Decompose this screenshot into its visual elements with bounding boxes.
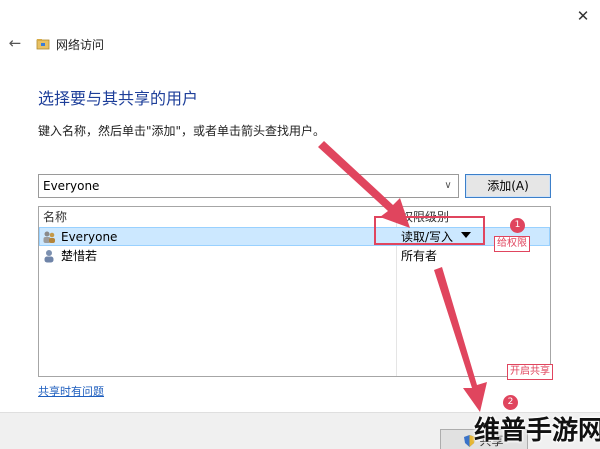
user-picker-combobox[interactable]: Everyone ∨ <box>38 174 459 198</box>
column-header-name[interactable]: 名称 <box>43 207 67 227</box>
close-button[interactable]: ✕ <box>570 6 596 26</box>
table-row[interactable]: 楚惜若 所有者 <box>39 247 550 266</box>
user-icon <box>44 250 54 263</box>
step2-badge: 2 <box>503 395 518 410</box>
instruction-text: 键入名称，然后单击"添加"，或者单击箭头查找用户。 <box>38 124 326 138</box>
table-row[interactable]: Everyone 读取/写入 <box>39 227 550 246</box>
back-arrow-icon[interactable]: ← <box>6 34 24 52</box>
site-watermark: 维普手游网 <box>474 416 600 446</box>
permission-level-dropdown[interactable]: 读取/写入 <box>401 229 453 246</box>
permission-level-text: 所有者 <box>401 249 438 263</box>
caret-down-icon[interactable] <box>461 232 471 238</box>
user-picker-value: Everyone <box>43 179 100 193</box>
row-user-name: Everyone <box>61 230 118 244</box>
column-header-permission[interactable]: 权限级别 <box>401 207 449 227</box>
window-title: 网络访问 <box>56 38 105 52</box>
share-user-list: 名称 权限级别 Everyone 读取/写入 楚惜若 所有者 <box>38 206 551 377</box>
group-user-icon <box>43 231 55 243</box>
network-folder-icon <box>36 39 50 50</box>
add-button[interactable]: 添加(A) <box>465 174 551 198</box>
sharing-trouble-link[interactable]: 共享时有问题 <box>38 383 104 399</box>
page-heading: 选择要与其共享的用户 <box>38 89 199 108</box>
chevron-down-icon[interactable]: ∨ <box>442 179 454 193</box>
network-access-window: ✕ ← 网络访问 选择要与其共享的用户 键入名称，然后单击"添加"，或者单击箭头… <box>0 0 600 449</box>
row-user-name: 楚惜若 <box>61 249 98 263</box>
